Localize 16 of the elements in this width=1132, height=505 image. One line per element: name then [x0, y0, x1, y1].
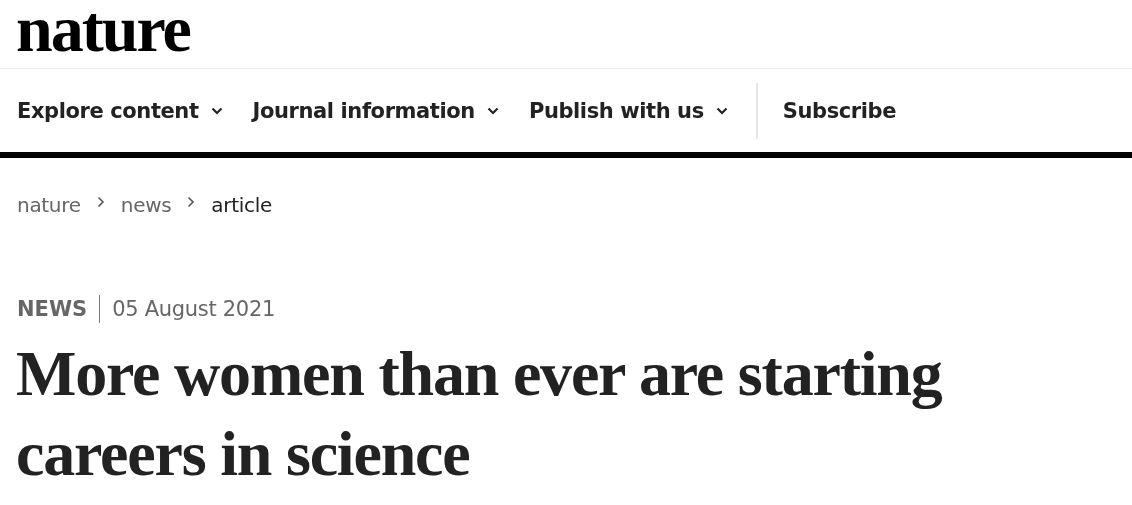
nav-menu-button[interactable]: Publish with us [528, 98, 728, 123]
chevron-down-icon [486, 106, 499, 115]
chevron-down-icon [715, 106, 728, 115]
breadcrumb-link[interactable]: nature [17, 193, 81, 217]
breadcrumb-link[interactable]: article [211, 193, 272, 217]
subscribe-link[interactable]: Subscribe [782, 98, 897, 123]
site-logo[interactable]: nature [16, 0, 190, 58]
publish-date: 05 August 2021 [111, 297, 276, 321]
chevron-right-icon [187, 196, 196, 208]
nav-menu-button[interactable]: Journal information [252, 98, 499, 123]
nav-menu-button[interactable]: Explore content [17, 98, 223, 123]
chevron-right-icon [96, 196, 105, 208]
breadcrumb-link[interactable]: news [120, 193, 172, 217]
chevron-down-icon [210, 106, 223, 115]
article-type: NEWS [17, 295, 101, 323]
article-title: More women than ever are starting careers in science [16, 337, 943, 491]
